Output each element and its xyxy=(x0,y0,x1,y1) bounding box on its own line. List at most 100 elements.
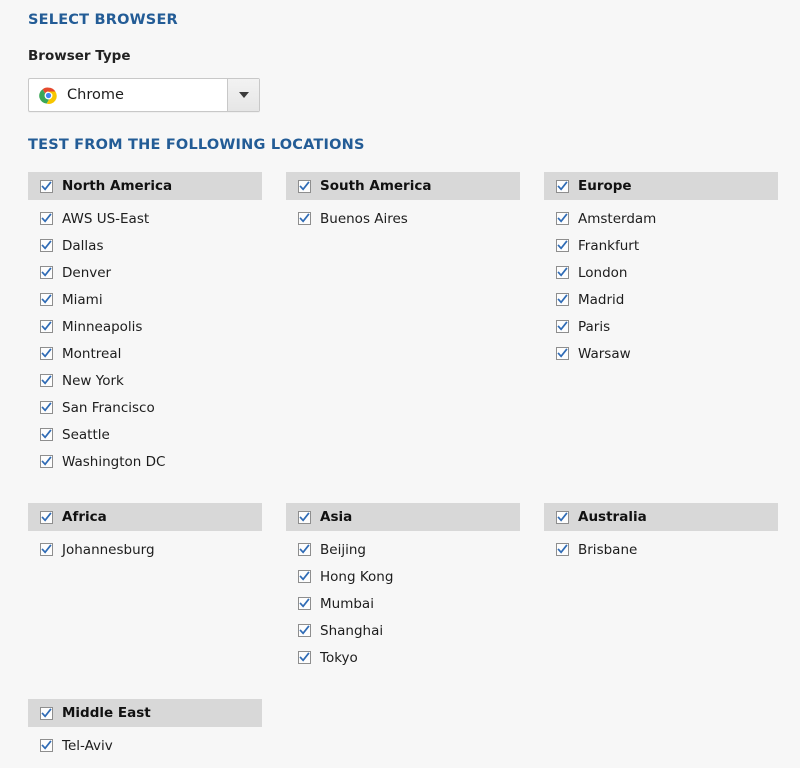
location-group: Asia Beijing Hong Kong Mumbai Shanghai Tokyo xyxy=(286,503,520,671)
location-item-label: London xyxy=(578,264,628,281)
browser-type-selected-value[interactable]: Chrome xyxy=(29,79,227,111)
checkbox-icon[interactable] xyxy=(556,320,569,333)
location-item[interactable]: London xyxy=(544,259,778,286)
location-item[interactable]: AWS US-East xyxy=(28,205,262,232)
location-item[interactable]: Amsterdam xyxy=(544,205,778,232)
location-item[interactable]: Dallas xyxy=(28,232,262,259)
checkbox-icon[interactable] xyxy=(298,179,311,193)
location-group-items: AWS US-East Dallas Denver Miami Minneapolis M… xyxy=(28,200,262,475)
location-item[interactable]: Johannesburg xyxy=(28,536,262,563)
location-item[interactable]: Washington DC xyxy=(28,448,262,475)
location-group-header[interactable]: Middle East xyxy=(28,699,262,727)
checkbox-icon[interactable] xyxy=(40,212,53,225)
location-item[interactable]: Brisbane xyxy=(544,536,778,563)
checkbox-icon[interactable] xyxy=(298,624,311,637)
checkbox-icon[interactable] xyxy=(556,179,569,193)
location-item-label: Mumbai xyxy=(320,595,374,612)
checkbox-icon[interactable] xyxy=(40,401,53,414)
location-item[interactable]: Frankfurt xyxy=(544,232,778,259)
location-group-label: Africa xyxy=(62,509,107,525)
location-group-header[interactable]: Africa xyxy=(28,503,262,531)
location-item[interactable]: New York xyxy=(28,367,262,394)
checkbox-icon[interactable] xyxy=(40,293,53,306)
checkbox-icon[interactable] xyxy=(40,239,53,252)
checkbox-icon[interactable] xyxy=(298,570,311,583)
location-item-label: New York xyxy=(62,372,124,389)
checkbox-icon[interactable] xyxy=(40,739,53,752)
location-group: Middle East Tel-Aviv xyxy=(28,699,262,759)
checkbox-icon[interactable] xyxy=(556,293,569,306)
location-group: Australia Brisbane xyxy=(544,503,778,563)
checkbox-icon[interactable] xyxy=(40,543,53,556)
location-item[interactable]: Miami xyxy=(28,286,262,313)
location-item[interactable]: Tokyo xyxy=(286,644,520,671)
location-item-label: Tokyo xyxy=(320,649,358,666)
checkbox-icon[interactable] xyxy=(40,706,53,720)
checkbox-icon[interactable] xyxy=(40,510,53,524)
location-item-label: Beijing xyxy=(320,541,366,558)
location-item-label: Madrid xyxy=(578,291,625,308)
location-group-items: Beijing Hong Kong Mumbai Shanghai Tokyo xyxy=(286,531,520,671)
location-item-label: Johannesburg xyxy=(62,541,155,558)
location-item[interactable]: San Francisco xyxy=(28,394,262,421)
location-item[interactable]: Minneapolis xyxy=(28,313,262,340)
checkbox-icon[interactable] xyxy=(40,179,53,193)
location-group-label: South America xyxy=(320,178,432,194)
location-group-label: Europe xyxy=(578,178,632,194)
checkbox-icon[interactable] xyxy=(556,239,569,252)
browser-type-dropdown-button[interactable] xyxy=(227,79,259,111)
browser-type-select[interactable]: Chrome xyxy=(28,78,260,112)
location-group-items: Buenos Aires xyxy=(286,200,520,232)
checkbox-icon[interactable] xyxy=(298,510,311,524)
location-item[interactable]: Denver xyxy=(28,259,262,286)
caret-down-icon xyxy=(238,92,249,98)
location-item[interactable]: Mumbai xyxy=(286,590,520,617)
location-item-label: Seattle xyxy=(62,426,110,443)
checkbox-icon[interactable] xyxy=(40,320,53,333)
checkbox-icon[interactable] xyxy=(298,543,311,556)
location-group-header[interactable]: North America xyxy=(28,172,262,200)
location-grid-row: North America AWS US-East Dallas Denver Miam… xyxy=(28,172,778,475)
location-item[interactable]: Madrid xyxy=(544,286,778,313)
checkbox-icon[interactable] xyxy=(298,212,311,225)
checkbox-icon[interactable] xyxy=(40,374,53,387)
location-item-label: AWS US-East xyxy=(62,210,150,227)
checkbox-icon[interactable] xyxy=(556,212,569,225)
checkbox-icon[interactable] xyxy=(298,651,311,664)
location-item-label: Brisbane xyxy=(578,541,638,558)
location-item[interactable]: Shanghai xyxy=(286,617,520,644)
checkbox-icon[interactable] xyxy=(556,266,569,279)
location-group-header[interactable]: Europe xyxy=(544,172,778,200)
location-item-label: Warsaw xyxy=(578,345,631,362)
location-group-header[interactable]: Australia xyxy=(544,503,778,531)
checkbox-icon[interactable] xyxy=(40,266,53,279)
location-item[interactable]: Tel-Aviv xyxy=(28,732,262,759)
checkbox-icon[interactable] xyxy=(40,455,53,468)
location-group: Europe Amsterdam Frankfurt London Madrid Pari… xyxy=(544,172,778,367)
checkbox-icon[interactable] xyxy=(40,428,53,441)
location-item-label: Tel-Aviv xyxy=(62,737,113,754)
location-grid-row: Middle East Tel-Aviv xyxy=(28,699,772,759)
location-item[interactable]: Hong Kong xyxy=(286,563,520,590)
browser-type-value-text: Chrome xyxy=(67,87,124,103)
location-item-label: Shanghai xyxy=(320,622,384,639)
location-group: North America AWS US-East Dallas Denver Miam… xyxy=(28,172,262,475)
location-item[interactable]: Paris xyxy=(544,313,778,340)
location-group: South America Buenos Aires xyxy=(286,172,520,232)
location-item[interactable]: Warsaw xyxy=(544,340,778,367)
checkbox-icon[interactable] xyxy=(556,543,569,556)
location-item-label: Minneapolis xyxy=(62,318,143,335)
checkbox-icon[interactable] xyxy=(556,510,569,524)
checkbox-icon[interactable] xyxy=(556,347,569,360)
checkbox-icon[interactable] xyxy=(40,347,53,360)
location-item[interactable]: Beijing xyxy=(286,536,520,563)
location-item[interactable]: Seattle xyxy=(28,421,262,448)
location-item-label: San Francisco xyxy=(62,399,155,416)
location-item[interactable]: Montreal xyxy=(28,340,262,367)
location-item-label: Dallas xyxy=(62,237,104,254)
location-group-header[interactable]: South America xyxy=(286,172,520,200)
location-item-label: Amsterdam xyxy=(578,210,657,227)
location-item[interactable]: Buenos Aires xyxy=(286,205,520,232)
checkbox-icon[interactable] xyxy=(298,597,311,610)
location-group-header[interactable]: Asia xyxy=(286,503,520,531)
